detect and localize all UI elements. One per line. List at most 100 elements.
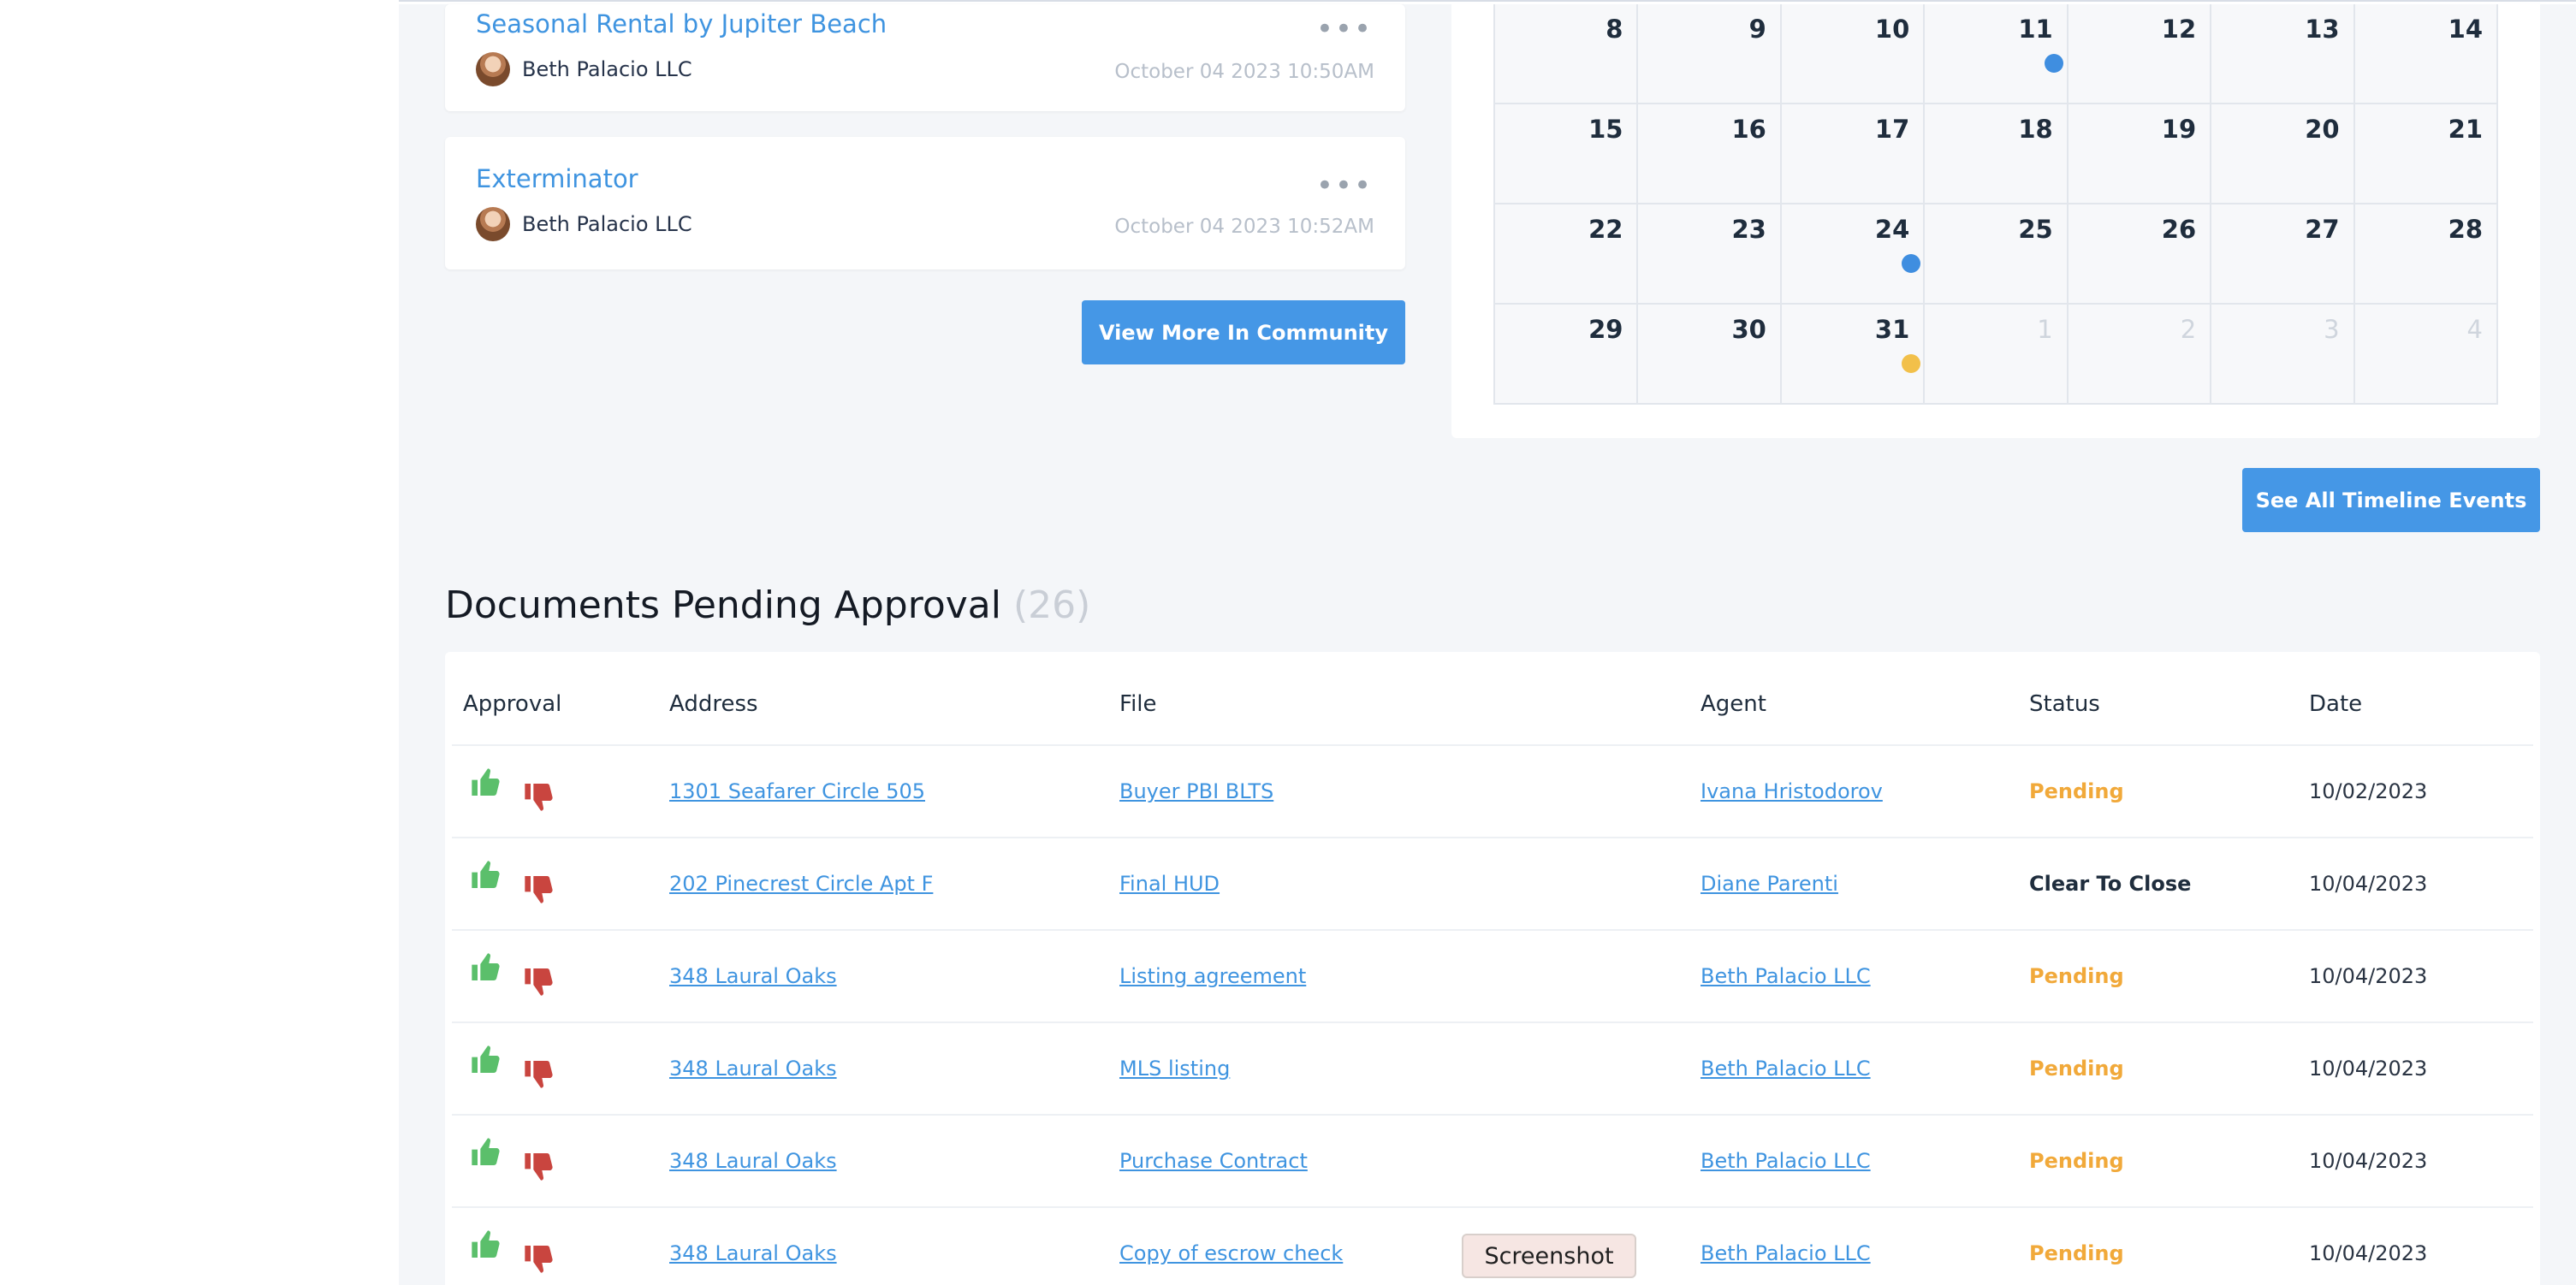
calendar-day[interactable]: 23 xyxy=(1638,204,1782,305)
calendar-day[interactable]: 24 xyxy=(1781,204,1926,305)
file-link[interactable]: Listing agreement xyxy=(1119,964,1306,988)
calendar-day[interactable]: 1 xyxy=(1925,305,2069,405)
more-options-icon[interactable]: ••• xyxy=(1316,15,1373,44)
calendar-day[interactable]: 13 xyxy=(2211,4,2355,104)
agent-link[interactable]: Diane Parenti xyxy=(1701,872,1838,896)
calendar-day[interactable]: 4 xyxy=(2354,305,2498,405)
section-title-text: Documents Pending Approval xyxy=(445,583,1001,627)
post-date: October 04 2023 10:52AM xyxy=(1114,216,1374,238)
thumbs-down-icon[interactable] xyxy=(522,872,556,906)
address-link[interactable]: 1301 Seafarer Circle 505 xyxy=(669,779,925,803)
thumbs-up-icon[interactable] xyxy=(469,766,503,800)
post-title[interactable]: Exterminator xyxy=(476,164,638,193)
post-title[interactable]: Seasonal Rental by Jupiter Beach xyxy=(476,9,887,38)
community-post[interactable]: Exterminator ••• Beth Palacio LLC Octobe… xyxy=(445,137,1405,269)
header-agent: Agent xyxy=(1701,691,1766,717)
sidebar-area xyxy=(0,0,399,1285)
thumbs-up-icon[interactable] xyxy=(469,858,503,892)
file-link[interactable]: Purchase Contract xyxy=(1119,1149,1308,1173)
table-row: 1301 Seafarer Circle 505 Buyer PBI BLTS Iv… xyxy=(452,744,2533,837)
address-link[interactable]: 348 Laural Oaks xyxy=(669,1149,837,1173)
pending-count: (26) xyxy=(1012,583,1091,627)
table-row: 348 Laural Oaks Listing agreement Beth Pal… xyxy=(452,929,2533,1021)
status-badge: Pending xyxy=(2029,964,2124,988)
calendar-day-number: 8 xyxy=(1606,15,1623,44)
calendar-day[interactable]: 15 xyxy=(1495,104,1639,204)
calendar-day[interactable]: 19 xyxy=(2068,104,2212,204)
calendar-day[interactable]: 30 xyxy=(1638,305,1782,405)
address-link[interactable]: 348 Laural Oaks xyxy=(669,964,837,988)
calendar-event-dot[interactable] xyxy=(1901,354,1920,373)
calendar-day-number: 14 xyxy=(2448,15,2483,44)
agent-link[interactable]: Beth Palacio LLC xyxy=(1701,1241,1871,1265)
date-cell: 10/04/2023 xyxy=(2309,1241,2428,1265)
calendar-day[interactable]: 20 xyxy=(2211,104,2355,204)
calendar-day[interactable]: 17 xyxy=(1781,104,1926,204)
address-link[interactable]: 202 Pinecrest Circle Apt F xyxy=(669,872,933,896)
calendar-day[interactable]: 14 xyxy=(2354,4,2498,104)
calendar-event-dot[interactable] xyxy=(2045,54,2064,73)
more-options-icon[interactable]: ••• xyxy=(1316,171,1373,200)
calendar-day[interactable]: 11 xyxy=(1925,4,2069,104)
calendar-day[interactable]: 8 xyxy=(1495,4,1639,104)
calendar-day[interactable]: 18 xyxy=(1925,104,2069,204)
thumbs-down-icon[interactable] xyxy=(522,964,556,998)
thumbs-down-icon[interactable] xyxy=(522,779,556,814)
table-row: 348 Laural Oaks MLS listing Beth Palacio L… xyxy=(452,1021,2533,1114)
avatar xyxy=(476,207,510,241)
thumbs-up-icon[interactable] xyxy=(469,1135,503,1170)
calendar-day-number: 10 xyxy=(1874,15,1910,44)
header-file: File xyxy=(1119,691,1157,717)
calendar-day[interactable]: 25 xyxy=(1925,204,2069,305)
calendar-day[interactable]: 10 xyxy=(1781,4,1926,104)
calendar-event-dot[interactable] xyxy=(1901,254,1920,273)
agent-link[interactable]: Beth Palacio LLC xyxy=(1701,1149,1871,1173)
calendar-day[interactable]: 21 xyxy=(2354,104,2498,204)
calendar-day-number: 26 xyxy=(2161,215,2197,244)
calendar-day[interactable]: 2 xyxy=(2068,305,2212,405)
calendar-day-number: 24 xyxy=(1874,215,1910,244)
thumbs-up-icon[interactable] xyxy=(469,1043,503,1077)
view-more-community-button[interactable]: View More In Community xyxy=(1082,300,1405,364)
calendar-day[interactable]: 16 xyxy=(1638,104,1782,204)
post-author: Beth Palacio LLC xyxy=(476,52,692,86)
file-link[interactable]: MLS listing xyxy=(1119,1057,1230,1081)
calendar-day-number: 12 xyxy=(2161,15,2197,44)
calendar-day[interactable]: 3 xyxy=(2211,305,2355,405)
date-cell: 10/04/2023 xyxy=(2309,872,2428,896)
calendar-day-number: 21 xyxy=(2448,115,2483,144)
status-badge: Pending xyxy=(2029,1241,2124,1265)
header-status: Status xyxy=(2029,691,2100,717)
agent-link[interactable]: Beth Palacio LLC xyxy=(1701,964,1871,988)
thumbs-up-icon[interactable] xyxy=(469,1228,503,1262)
thumbs-up-icon[interactable] xyxy=(469,950,503,985)
calendar-day[interactable]: 31 xyxy=(1781,305,1926,405)
calendar-day-number: 27 xyxy=(2305,215,2340,244)
thumbs-down-icon[interactable] xyxy=(522,1149,556,1183)
community-post[interactable]: Seasonal Rental by Jupiter Beach ••• Bet… xyxy=(445,4,1405,111)
calendar-day[interactable]: 29 xyxy=(1495,305,1639,405)
calendar-day[interactable]: 28 xyxy=(2354,204,2498,305)
calendar-day[interactable]: 27 xyxy=(2211,204,2355,305)
calendar-day-number: 29 xyxy=(1588,315,1623,344)
calendar-day[interactable]: 26 xyxy=(2068,204,2212,305)
calendar-day[interactable]: 12 xyxy=(2068,4,2212,104)
address-link[interactable]: 348 Laural Oaks xyxy=(669,1241,837,1265)
file-link[interactable]: Final HUD xyxy=(1119,872,1220,896)
agent-link[interactable]: Ivana Hristodorov xyxy=(1701,779,1883,803)
status-badge: Clear To Close xyxy=(2029,872,2192,896)
see-all-timeline-events-button[interactable]: See All Timeline Events xyxy=(2242,468,2540,532)
calendar-day-number: 19 xyxy=(2161,115,2197,144)
file-link[interactable]: Buyer PBI BLTS xyxy=(1119,779,1273,803)
header-address: Address xyxy=(669,691,758,717)
header-date: Date xyxy=(2309,691,2363,717)
calendar-day[interactable]: 9 xyxy=(1638,4,1782,104)
agent-link[interactable]: Beth Palacio LLC xyxy=(1701,1057,1871,1081)
calendar-day[interactable]: 22 xyxy=(1495,204,1639,305)
thumbs-down-icon[interactable] xyxy=(522,1057,556,1091)
calendar-day-number: 20 xyxy=(2305,115,2340,144)
thumbs-down-icon[interactable] xyxy=(522,1241,556,1276)
file-link[interactable]: Copy of escrow check xyxy=(1119,1241,1343,1265)
calendar-day-number: 13 xyxy=(2305,15,2340,44)
address-link[interactable]: 348 Laural Oaks xyxy=(669,1057,837,1081)
